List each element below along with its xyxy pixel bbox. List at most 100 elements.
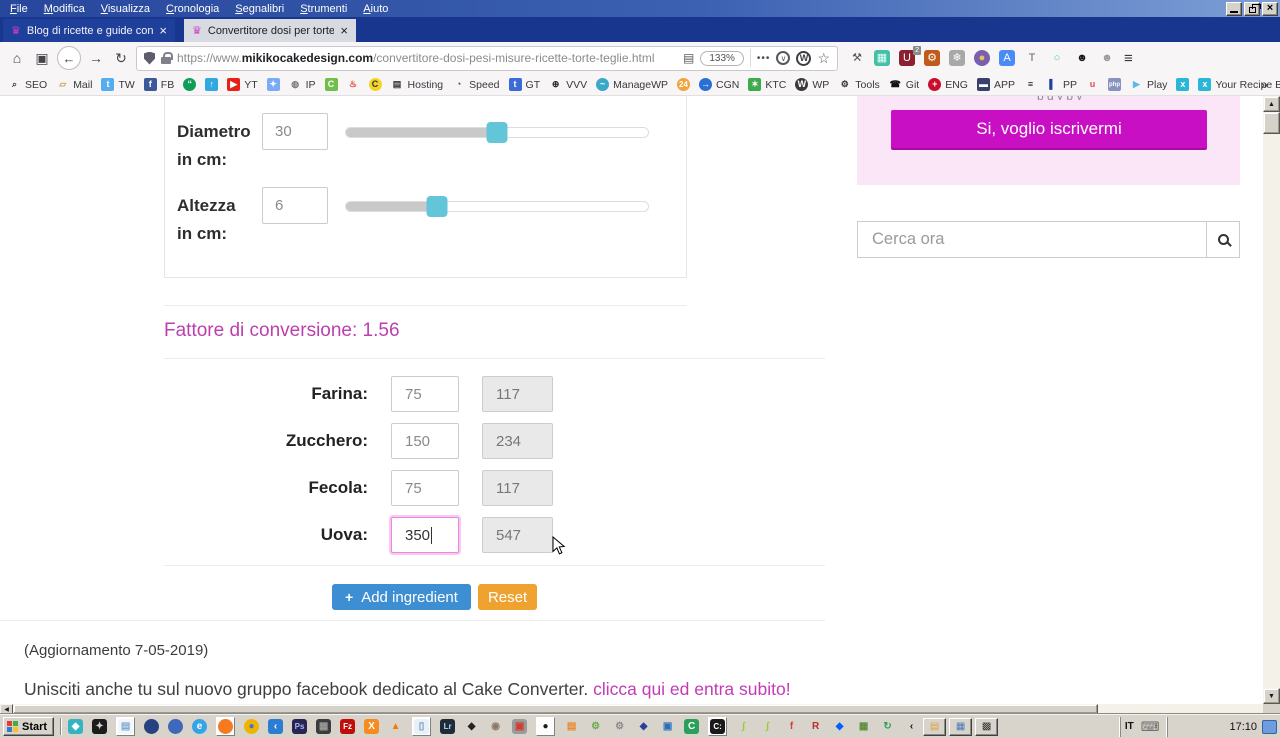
menu-segnalibri[interactable]: Segnalibri	[227, 2, 292, 16]
ql-ink-blue[interactable]: ◆	[636, 719, 651, 734]
people-extension-icon[interactable]: ☻	[1099, 50, 1115, 66]
subscribe-button[interactable]: Si, voglio iscrivermi	[891, 110, 1207, 148]
taskbtn-folder-window[interactable]: ▤	[923, 718, 946, 736]
ql-inkscape[interactable]: ◆	[464, 719, 479, 734]
ql-notepad[interactable]: ▤	[116, 717, 135, 736]
bookmark-managewp[interactable]: ~ManageWP	[596, 78, 668, 91]
ql-grey-bot[interactable]: ⚙	[612, 719, 627, 734]
ql-red-f[interactable]: f	[784, 719, 799, 734]
bookmark-git[interactable]: ☎Git	[889, 78, 919, 91]
url-bar[interactable]: https://www.mikikocakedesign.com/convert…	[136, 46, 838, 71]
reader-mode-icon[interactable]: ▤	[683, 51, 694, 65]
ql-dark-sphere[interactable]	[144, 719, 159, 734]
reset-button[interactable]: Reset	[478, 584, 537, 610]
ql-firefox[interactable]	[216, 717, 235, 736]
menu-aiuto[interactable]: Aiuto	[355, 2, 396, 16]
home-icon[interactable]: ⌂	[7, 50, 27, 66]
horizontal-scrollbar[interactable]: ◀	[0, 704, 1263, 714]
snowflake-extension-icon[interactable]: ❄	[949, 50, 965, 66]
pocket-icon[interactable]: ∨	[776, 51, 790, 65]
restore-button[interactable]	[1244, 2, 1260, 16]
tray-volume-icon[interactable]	[1210, 720, 1224, 734]
library-icon[interactable]: ▣	[32, 50, 52, 67]
menu-file[interactable]: File	[2, 2, 36, 16]
page-actions-icon[interactable]: •••	[757, 53, 771, 64]
translate-extension-icon[interactable]: A	[999, 50, 1015, 66]
tray-network-icon[interactable]	[1192, 720, 1206, 734]
ql-cmd[interactable]: C:	[708, 717, 727, 736]
diametro-slider[interactable]	[345, 127, 649, 138]
show-desktop-button[interactable]	[1262, 720, 1277, 734]
vertical-scrollbar[interactable]: ▲ ▼	[1263, 96, 1280, 704]
close-button[interactable]: ×	[1262, 2, 1278, 16]
ql-dropbox[interactable]: ◆	[832, 719, 847, 734]
language-indicator[interactable]: IT	[1125, 721, 1134, 732]
bookmark-mail[interactable]: ▱Mail	[56, 78, 92, 91]
bookmark-eng[interactable]: +ENG	[928, 78, 968, 91]
ql-orange-doc[interactable]: ▤	[564, 719, 579, 734]
bookmark-speed[interactable]: ◔Speed	[452, 78, 499, 91]
back-button[interactable]: ←	[57, 46, 81, 70]
ql-sync[interactable]: ↻	[880, 719, 895, 734]
menu-visualizza[interactable]: Visualizza	[93, 2, 158, 16]
bookmark-php[interactable]: php	[1108, 78, 1121, 91]
ql-fan[interactable]: ●	[536, 717, 555, 736]
keyboard-icon[interactable]: ⌨	[1141, 719, 1160, 735]
bookmark-yt[interactable]: ▶YT	[227, 78, 257, 91]
bookmark-tools[interactable]: ⚙Tools	[838, 78, 880, 91]
ingredient-input[interactable]: 350	[391, 517, 459, 553]
ql-green-terminal[interactable]: C	[684, 719, 699, 734]
wrench-extension-icon[interactable]: ⚒	[849, 50, 865, 66]
wordpress-icon[interactable]: W	[796, 51, 811, 66]
ql-virtualbox[interactable]: ▣	[660, 719, 675, 734]
bookmark-gt[interactable]: tGT	[509, 78, 541, 91]
menu-strumenti[interactable]: Strumenti	[292, 2, 355, 16]
ql-dark-app[interactable]: ✦	[92, 719, 107, 734]
ql-vscode[interactable]: ‹	[268, 719, 283, 734]
bookmark-udemy[interactable]: u	[1086, 78, 1099, 91]
bookmark-pp[interactable]: ▌PP	[1046, 78, 1077, 91]
tab-convertitore[interactable]: ♛ Convertitore dosi per torte, misur ×	[184, 19, 356, 42]
search-input[interactable]	[858, 222, 1206, 257]
ql-leaf-2[interactable]: ∫	[760, 719, 775, 734]
altezza-input[interactable]: 6	[262, 187, 328, 224]
start-button[interactable]: Start	[3, 717, 54, 736]
bookmark-c-yellow[interactable]: C	[369, 78, 382, 91]
bookmark-hangouts[interactable]: “	[183, 78, 196, 91]
ql-dark-tool[interactable]: ▦	[316, 719, 331, 734]
ql-light-device[interactable]: ▯	[412, 717, 431, 736]
bookmarks-overflow-chevron-icon[interactable]: »	[1261, 77, 1268, 92]
minimize-button[interactable]	[1226, 2, 1242, 16]
menu-cronologia[interactable]: Cronologia	[158, 2, 227, 16]
ingredient-input[interactable]: 75	[391, 470, 459, 506]
ql-internet-explorer[interactable]: e	[192, 719, 207, 734]
bookmark-wp[interactable]: WWP	[795, 78, 829, 91]
menu-modifica[interactable]: Modifica	[36, 2, 93, 16]
colors-extension-icon[interactable]: ●	[974, 50, 990, 66]
horizontal-scrollbar-thumb[interactable]	[13, 704, 1098, 714]
zoom-level-badge[interactable]: 133%	[700, 51, 744, 66]
add-ingredient-button[interactable]: + Add ingredient	[332, 584, 471, 610]
gear-extension-icon[interactable]: ⚙	[924, 50, 940, 66]
bookmark-blue[interactable]: ✦	[267, 78, 280, 91]
ql-ruby[interactable]: R	[808, 719, 823, 734]
ingredient-input[interactable]: 75	[391, 376, 459, 412]
tray-user-icon[interactable]	[1174, 720, 1188, 734]
account-extension-icon[interactable]: ☻	[1074, 50, 1090, 66]
diametro-slider-handle[interactable]	[487, 122, 508, 143]
ublock-extension-icon[interactable]: U2	[899, 50, 915, 66]
ql-gimp[interactable]: ◉	[488, 719, 503, 734]
altezza-slider[interactable]	[345, 201, 649, 212]
text-extension-icon[interactable]: T	[1024, 50, 1040, 66]
ql-vlc[interactable]: ▲	[388, 719, 403, 734]
ql-k-app[interactable]: ‹	[904, 719, 919, 734]
bookmark-c-green[interactable]: C	[325, 78, 338, 91]
bookmark-fb[interactable]: fFB	[144, 78, 174, 91]
taskbtn-vnc-window[interactable]: ▩	[975, 718, 998, 736]
bookmark-24[interactable]: 24	[677, 78, 690, 91]
ql-paint-drops[interactable]: ◆	[68, 719, 83, 734]
tab-close-icon[interactable]: ×	[159, 24, 167, 37]
tab-close-icon[interactable]: ×	[340, 24, 348, 37]
bookmark-play[interactable]: ▶Play	[1130, 78, 1167, 91]
bookmark-vvv[interactable]: ⊕VVV	[549, 78, 587, 91]
